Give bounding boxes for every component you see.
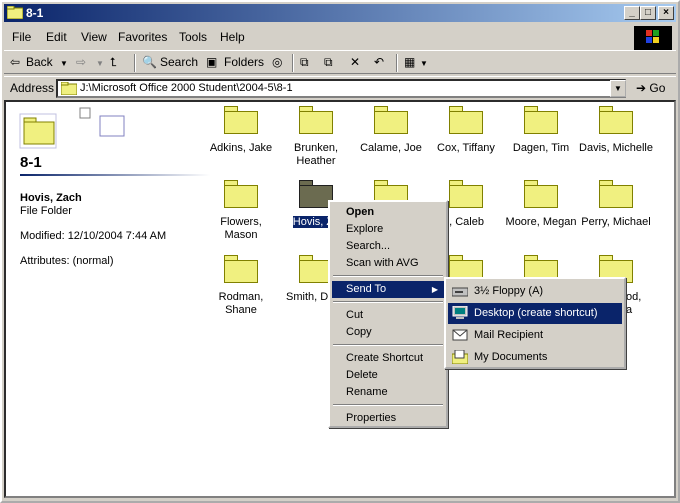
floppy-drive-icon bbox=[452, 287, 468, 297]
up-folder-icon[interactable]: ⮤ bbox=[110, 55, 117, 70]
folder-item[interactable]: Perry, Michael bbox=[571, 216, 661, 229]
folder-icon[interactable] bbox=[524, 106, 558, 134]
menu-separator bbox=[333, 275, 443, 277]
desktop-icon bbox=[452, 306, 468, 319]
address-dropdown-icon[interactable]: ▼ bbox=[610, 80, 626, 97]
windows-logo bbox=[634, 26, 672, 50]
folder-icon[interactable] bbox=[449, 106, 483, 134]
folder-icon[interactable] bbox=[224, 255, 258, 283]
submenu-arrow-icon: ▶ bbox=[431, 285, 438, 294]
folder-icon[interactable] bbox=[599, 106, 633, 134]
explorer-window: 8-1 _ □ × File Edit View Favorites Tools… bbox=[0, 0, 680, 503]
selected-item-name: Hovis, Zach bbox=[20, 192, 82, 204]
toolbar: ⇦ Back ▼ ⇨ ▼ ⮤ 🔍 Search ▣ Folders ◎ ⧉ ⧉ … bbox=[4, 50, 676, 74]
menu-item-delete[interactable]: Delete bbox=[332, 367, 444, 384]
go-arrow-icon: ➔ bbox=[636, 81, 647, 95]
menu-bar: File Edit View Favorites Tools Help bbox=[4, 26, 676, 48]
go-button[interactable]: ➔ Go bbox=[636, 81, 665, 95]
my-documents-icon bbox=[452, 350, 468, 364]
folder-item[interactable]: od, a bbox=[626, 291, 666, 317]
close-button[interactable]: × bbox=[658, 6, 674, 20]
address-label: Address bbox=[10, 81, 55, 95]
folder-item[interactable]: Davis, Michelle bbox=[571, 142, 661, 155]
search-icon[interactable]: 🔍 bbox=[142, 55, 157, 69]
undo-icon[interactable]: ↶ bbox=[374, 55, 384, 69]
menu-item-rename[interactable]: Rename bbox=[332, 384, 444, 401]
title-bar[interactable]: 8-1 _ □ × bbox=[4, 4, 676, 22]
copy-to-icon[interactable]: ⧉ bbox=[324, 55, 333, 70]
back-arrow-icon[interactable]: ⇦ bbox=[10, 55, 20, 69]
views-dropdown-icon[interactable]: ▼ bbox=[420, 59, 428, 68]
menu-item-search[interactable]: Search... bbox=[332, 238, 444, 255]
menu-tools[interactable]: Tools bbox=[179, 30, 207, 44]
folder-item[interactable]: Rodman, Shane bbox=[196, 291, 286, 317]
folder-icon bbox=[61, 82, 77, 95]
address-input[interactable]: J:\Microsoft Office 2000 Student\2004-5\… bbox=[56, 79, 626, 98]
send-to-desktop[interactable]: Desktop (create shortcut) bbox=[448, 303, 622, 324]
send-to-mail[interactable]: Mail Recipient bbox=[448, 325, 622, 346]
menu-help[interactable]: Help bbox=[220, 30, 245, 44]
folder-icon[interactable] bbox=[299, 106, 333, 134]
folder-icon[interactable] bbox=[224, 106, 258, 134]
folder-icon[interactable] bbox=[599, 180, 633, 208]
menu-view[interactable]: View bbox=[81, 30, 107, 44]
folders-button[interactable]: Folders bbox=[224, 55, 264, 69]
menu-separator bbox=[333, 301, 443, 303]
folder-icon[interactable] bbox=[374, 106, 408, 134]
window-title: 8-1 bbox=[26, 6, 44, 20]
menu-file[interactable]: File bbox=[12, 30, 31, 44]
menu-item-scan[interactable]: Scan with AVG bbox=[332, 255, 444, 272]
menu-item-explore[interactable]: Explore bbox=[332, 221, 444, 238]
send-to-my-documents[interactable]: My Documents bbox=[448, 347, 622, 368]
folder-banner-icon bbox=[19, 107, 125, 149]
folder-icon bbox=[7, 6, 23, 19]
menu-favorites[interactable]: Favorites bbox=[118, 30, 167, 44]
folder-icon[interactable] bbox=[524, 180, 558, 208]
send-to-submenu: 3½ Floppy (A) Desktop (create shortcut) … bbox=[444, 277, 626, 369]
send-to-floppy[interactable]: 3½ Floppy (A) bbox=[448, 281, 622, 302]
menu-item-create-shortcut[interactable]: Create Shortcut bbox=[332, 350, 444, 367]
menu-item-properties[interactable]: Properties bbox=[332, 410, 444, 427]
toolbar-separator bbox=[292, 54, 294, 72]
context-menu: Open Explore Search... Scan with AVG Sen… bbox=[328, 200, 448, 428]
move-to-icon[interactable]: ⧉ bbox=[300, 55, 309, 70]
menu-item-send-to[interactable]: Send To ▶ bbox=[332, 281, 444, 298]
folders-icon[interactable]: ▣ bbox=[206, 55, 217, 69]
menu-separator bbox=[333, 344, 443, 346]
folder-icon[interactable] bbox=[449, 180, 483, 208]
folder-title: 8-1 bbox=[20, 154, 42, 171]
minimize-button[interactable]: _ bbox=[624, 6, 640, 20]
views-icon[interactable]: ▦ bbox=[404, 55, 415, 69]
toolbar-separator bbox=[134, 54, 136, 72]
back-button[interactable]: Back bbox=[26, 55, 53, 69]
banner-divider bbox=[20, 174, 210, 176]
delete-icon[interactable]: ✕ bbox=[350, 55, 360, 69]
menu-item-cut[interactable]: Cut bbox=[332, 307, 444, 324]
menu-item-copy[interactable]: Copy bbox=[332, 324, 444, 341]
forward-arrow-icon[interactable]: ⇨ bbox=[76, 55, 86, 69]
search-button[interactable]: Search bbox=[160, 55, 198, 69]
selected-item-attributes: Attributes: (normal) bbox=[20, 255, 114, 267]
mail-icon bbox=[452, 329, 468, 341]
address-bar: Address J:\Microsoft Office 2000 Student… bbox=[4, 76, 676, 98]
menu-item-open[interactable]: Open bbox=[332, 204, 444, 221]
address-value: J:\Microsoft Office 2000 Student\2004-5\… bbox=[80, 82, 293, 94]
maximize-button[interactable]: □ bbox=[640, 6, 656, 20]
selected-item-type: File Folder bbox=[20, 205, 72, 217]
menu-edit[interactable]: Edit bbox=[46, 30, 67, 44]
back-dropdown-icon[interactable]: ▼ bbox=[60, 59, 68, 68]
menu-separator bbox=[333, 404, 443, 406]
history-icon[interactable]: ◎ bbox=[272, 55, 282, 69]
forward-dropdown-icon[interactable]: ▼ bbox=[96, 59, 104, 68]
toolbar-separator bbox=[396, 54, 398, 72]
selected-item-modified: Modified: 12/10/2004 7:44 AM bbox=[20, 230, 167, 242]
folder-icon[interactable] bbox=[224, 180, 258, 208]
